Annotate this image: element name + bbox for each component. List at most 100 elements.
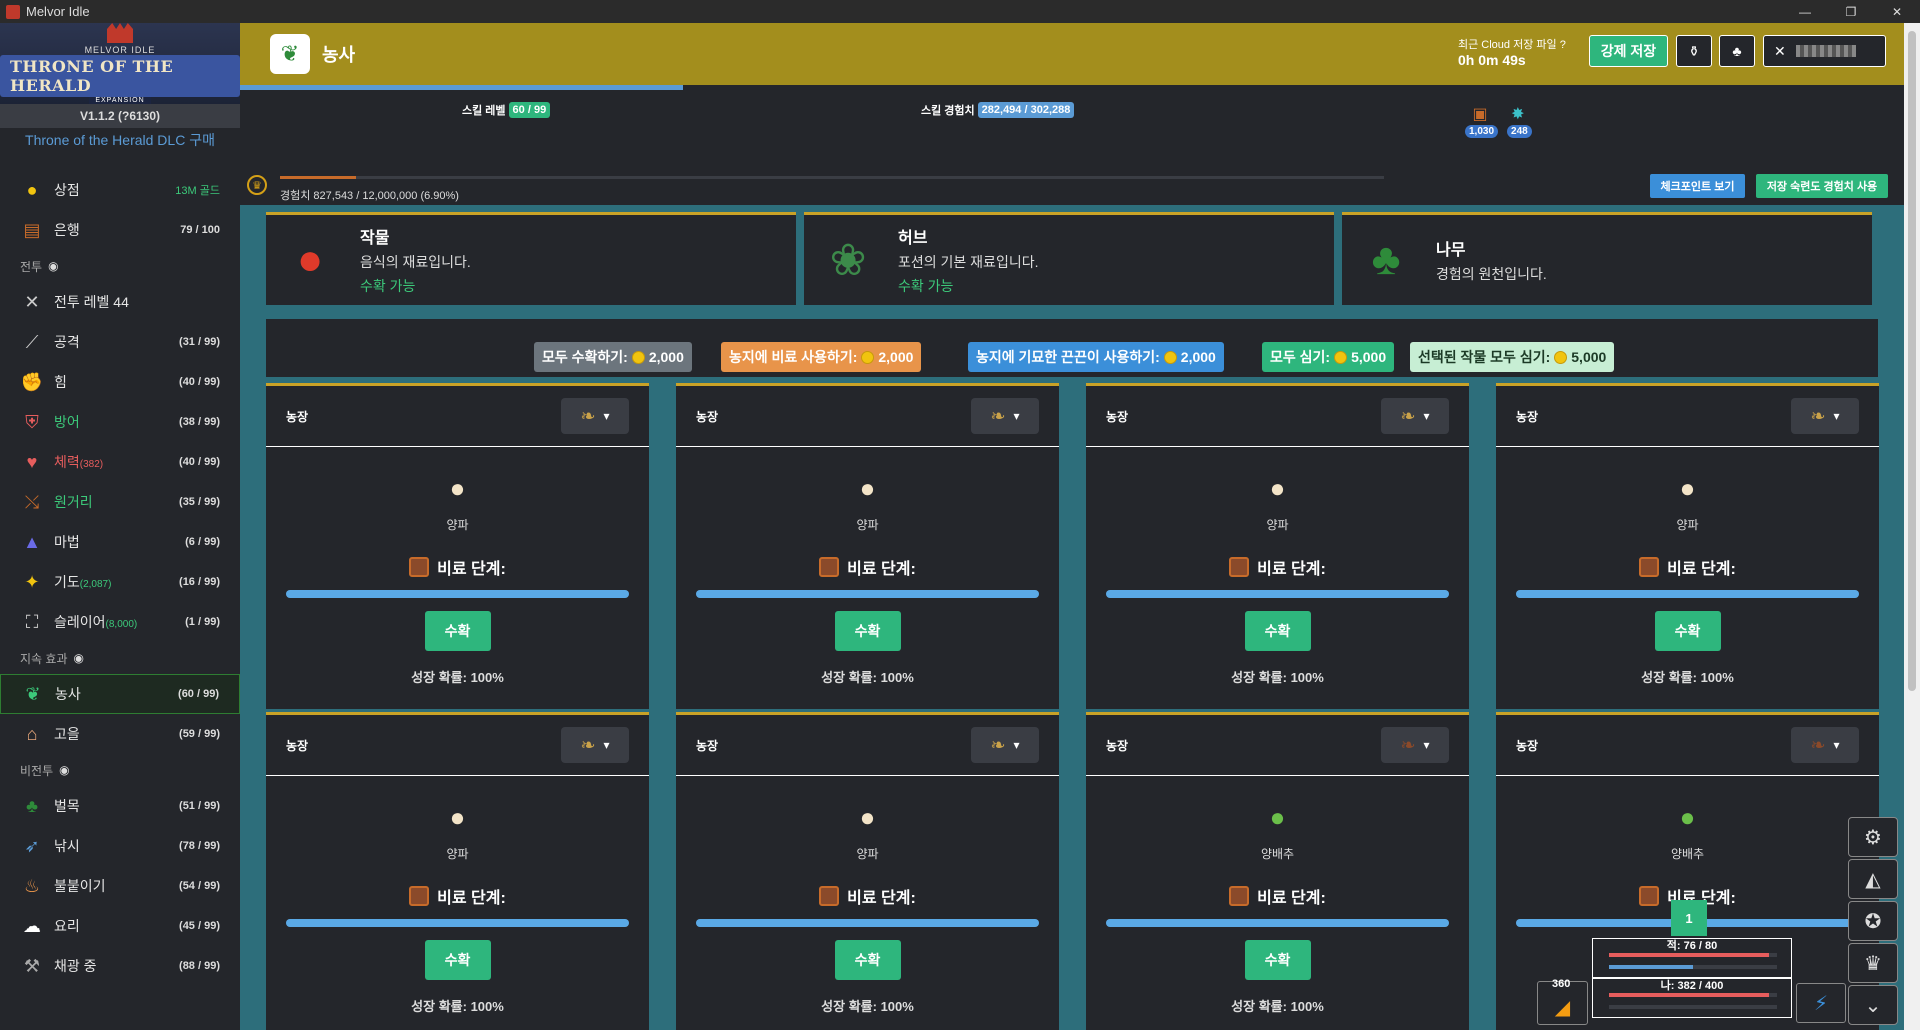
sidebar-item[interactable]: ● 상점 13M 골드 — [0, 170, 240, 210]
harvest-button[interactable]: 수확 — [1244, 940, 1311, 980]
eye-icon[interactable]: ◉ — [48, 259, 58, 273]
plot-title: 농장 — [286, 409, 309, 424]
sidebar-item[interactable]: ♣ 벌목 (51 / 99) — [0, 786, 240, 826]
logo-line-1: MELVOR IDLE — [84, 45, 156, 55]
minimize-button[interactable]: — — [1782, 0, 1828, 23]
sidebar-item-value: (16 / 99) — [179, 576, 220, 588]
sidebar-item[interactable]: ⛨ 방어 (38 / 99) — [0, 402, 240, 442]
scrollbar[interactable] — [1904, 23, 1920, 1030]
harvest-button[interactable]: 수확 — [424, 940, 491, 980]
eye-icon[interactable]: ◉ — [59, 763, 69, 777]
onion-icon: ● — [859, 472, 876, 503]
seed-select-dropdown[interactable]: ❧ ▾ — [1381, 727, 1449, 763]
wolf-icon[interactable]: ◭ — [1848, 859, 1898, 899]
pizza-icon: ◢ — [1554, 997, 1571, 1019]
plot-header: 농장 ❧ ▾ — [676, 386, 1059, 447]
skill-info-panel: 스킬 레벨 60 / 99 스킬 경험치 282,494 / 302,288 ▣… — [240, 90, 1904, 205]
harvest-button[interactable]: 수확 — [1244, 611, 1311, 651]
seed-select-dropdown[interactable]: ❧ ▾ — [561, 727, 629, 763]
sidebar-item[interactable]: ✊ 힘 (40 / 99) — [0, 362, 240, 402]
sidebar-item[interactable]: ✦ 기도(2,087) (16 / 99) — [0, 562, 240, 602]
sidebar-item[interactable]: ❦ 농사 (60 / 99) — [0, 674, 240, 714]
farming-action-button[interactable]: 농지에 비료 사용하기: 2,000 — [721, 342, 922, 372]
close-button[interactable]: ✕ — [1874, 0, 1920, 23]
medal-icon[interactable]: ✪ — [1848, 901, 1898, 941]
mastery-pool-count: 248 — [1507, 125, 1532, 138]
seeds-icon: ❧ — [990, 734, 1006, 755]
enemy-hp-box[interactable]: 적: 76 / 80 — [1592, 938, 1792, 978]
eye-icon[interactable]: ◉ — [74, 651, 84, 665]
seed-select-dropdown[interactable]: ❧ ▾ — [561, 398, 629, 434]
harvest-button[interactable]: 수확 — [834, 611, 901, 651]
dlc-purchase-link[interactable]: Throne of the Herald DLC 구매 — [0, 128, 240, 170]
harvest-button[interactable]: 수확 — [424, 611, 491, 651]
user-menu-button[interactable]: ✕ — [1763, 35, 1886, 67]
sidebar-item[interactable]: ➶ 낚시 (78 / 99) — [0, 826, 240, 866]
crop-name: 양파 — [856, 847, 879, 861]
harvest-button[interactable]: 수확 — [1654, 611, 1721, 651]
sidebar-item[interactable]: ✕ 전투 레벨 44 — [0, 282, 240, 322]
chevron-down-icon: ▾ — [1013, 409, 1020, 423]
restore-button[interactable]: ❐ — [1828, 0, 1874, 23]
farm-plot: 농장 ❧ ▾ ● 양파 비료 단계: 수확 성장 확률: 100% — [266, 712, 649, 1030]
gear-icon[interactable]: ⚙ — [1848, 817, 1898, 857]
chevron-down-icon[interactable]: ⌄ — [1848, 985, 1898, 1025]
page-title: 농사 — [322, 45, 356, 65]
sidebar-item[interactable]: ⚒ 채광 중 (88 / 99) — [0, 946, 240, 986]
force-save-button[interactable]: 강제 저장 — [1589, 35, 1668, 67]
sidebar-item[interactable]: ⌂ 고을 (59 / 99) — [0, 714, 240, 754]
view-checkpoints-button[interactable]: 체크포인트 보기 — [1650, 174, 1745, 198]
farming-action-button[interactable]: 모두 심기: 5,000 — [1262, 342, 1395, 372]
seed-select-dropdown[interactable]: ❧ ▾ — [1381, 398, 1449, 434]
harvest-button[interactable]: 수확 — [834, 940, 901, 980]
tree-icon: ♣ — [26, 795, 38, 816]
sidebar-item[interactable]: ☁ 요리 (45 / 99) — [0, 906, 240, 946]
player-hp-box[interactable]: 나: 382 / 400 — [1592, 978, 1792, 1018]
mastery-pool-item[interactable]: ▣ 1,030 — [1462, 103, 1499, 138]
sidebar-item[interactable]: ▲ 마법 (6 / 99) — [0, 522, 240, 562]
potion-icon[interactable]: ⚱ — [1676, 35, 1712, 67]
growth-chance: 성장 확률: 100% — [1641, 670, 1734, 685]
category-card[interactable]: ♣ 나무 경험의 원천입니다. — [1342, 212, 1872, 305]
scrollbar-thumb[interactable] — [1908, 31, 1916, 691]
sidebar-item[interactable]: ⛶ 슬레이어(8,000) (1 / 99) — [0, 602, 240, 642]
farming-action-button[interactable]: 선택된 작물 모두 심기: 5,000 — [1410, 342, 1615, 372]
sidebar-item[interactable]: ⟋ 공격 (31 / 99) — [0, 322, 240, 362]
chevron-down-icon: ▾ — [1423, 738, 1430, 752]
compost-label: 비료 단계: — [437, 561, 506, 578]
game-logo[interactable]: MELVOR IDLE THRONE OF THE HERALD EXPANSI… — [0, 23, 240, 104]
help-icon[interactable]: ? — [1560, 39, 1566, 51]
sidebar-item[interactable]: ▤ 은행 79 / 100 — [0, 210, 240, 250]
sidebar-item-value: (38 / 99) — [179, 416, 220, 428]
seeds-icon: ❧ — [1810, 734, 1826, 755]
trophy-icon[interactable]: ♛ — [1848, 943, 1898, 983]
sidebar-item[interactable]: ♨ 불붙이기 (54 / 99) — [0, 866, 240, 906]
sidebar-item-label: 공격 — [54, 334, 80, 350]
run-icon[interactable]: ⚡ — [1796, 983, 1846, 1023]
noncombat-section-header[interactable]: 비전투 ◉ — [0, 754, 240, 786]
seed-select-dropdown[interactable]: ❧ ▾ — [1791, 727, 1859, 763]
compost-bucket-icon — [1639, 557, 1660, 577]
sidebar-item[interactable]: ⤯ 원거리 (35 / 99) — [0, 482, 240, 522]
seed-select-dropdown[interactable]: ❧ ▾ — [971, 398, 1039, 434]
seed-select-dropdown[interactable]: ❧ ▾ — [1791, 398, 1859, 434]
category-card[interactable]: ● 작물 음식의 재료입니다. 수확 가능 — [266, 212, 796, 305]
crop-name: 양파 — [446, 518, 469, 532]
growth-chance: 성장 확률: 100% — [1231, 999, 1324, 1014]
sprout-icon: ❦ — [25, 683, 41, 704]
redacted-username — [1795, 45, 1856, 57]
seed-select-dropdown[interactable]: ❧ ▾ — [971, 727, 1039, 763]
growth-progress — [286, 919, 629, 927]
shield-icon: ⛨ — [25, 411, 39, 432]
passive-section-header[interactable]: 지속 효과 ◉ — [0, 642, 240, 674]
flexed-arm-icon: ✊ — [20, 371, 44, 392]
farming-action-button[interactable]: 농지에 기묘한 끈끈이 사용하기: 2,000 — [968, 342, 1224, 372]
action-label: 선택된 작물 모두 심기: — [1418, 349, 1551, 365]
mastery-pool-item[interactable]: ✸ 248 — [1504, 103, 1532, 138]
category-card[interactable]: ❀ 허브 포션의 기본 재료입니다. 수확 가능 — [804, 212, 1334, 305]
combat-section-header[interactable]: 전투 ◉ — [0, 250, 240, 282]
herb-icon[interactable]: ♣ — [1719, 35, 1755, 67]
farming-action-button[interactable]: 모두 수확하기: 2,000 — [534, 342, 692, 372]
sidebar-item[interactable]: ♥ 체력(382) (40 / 99) — [0, 442, 240, 482]
use-mastery-pool-button[interactable]: 저장 숙련도 경험치 사용 — [1756, 174, 1888, 198]
